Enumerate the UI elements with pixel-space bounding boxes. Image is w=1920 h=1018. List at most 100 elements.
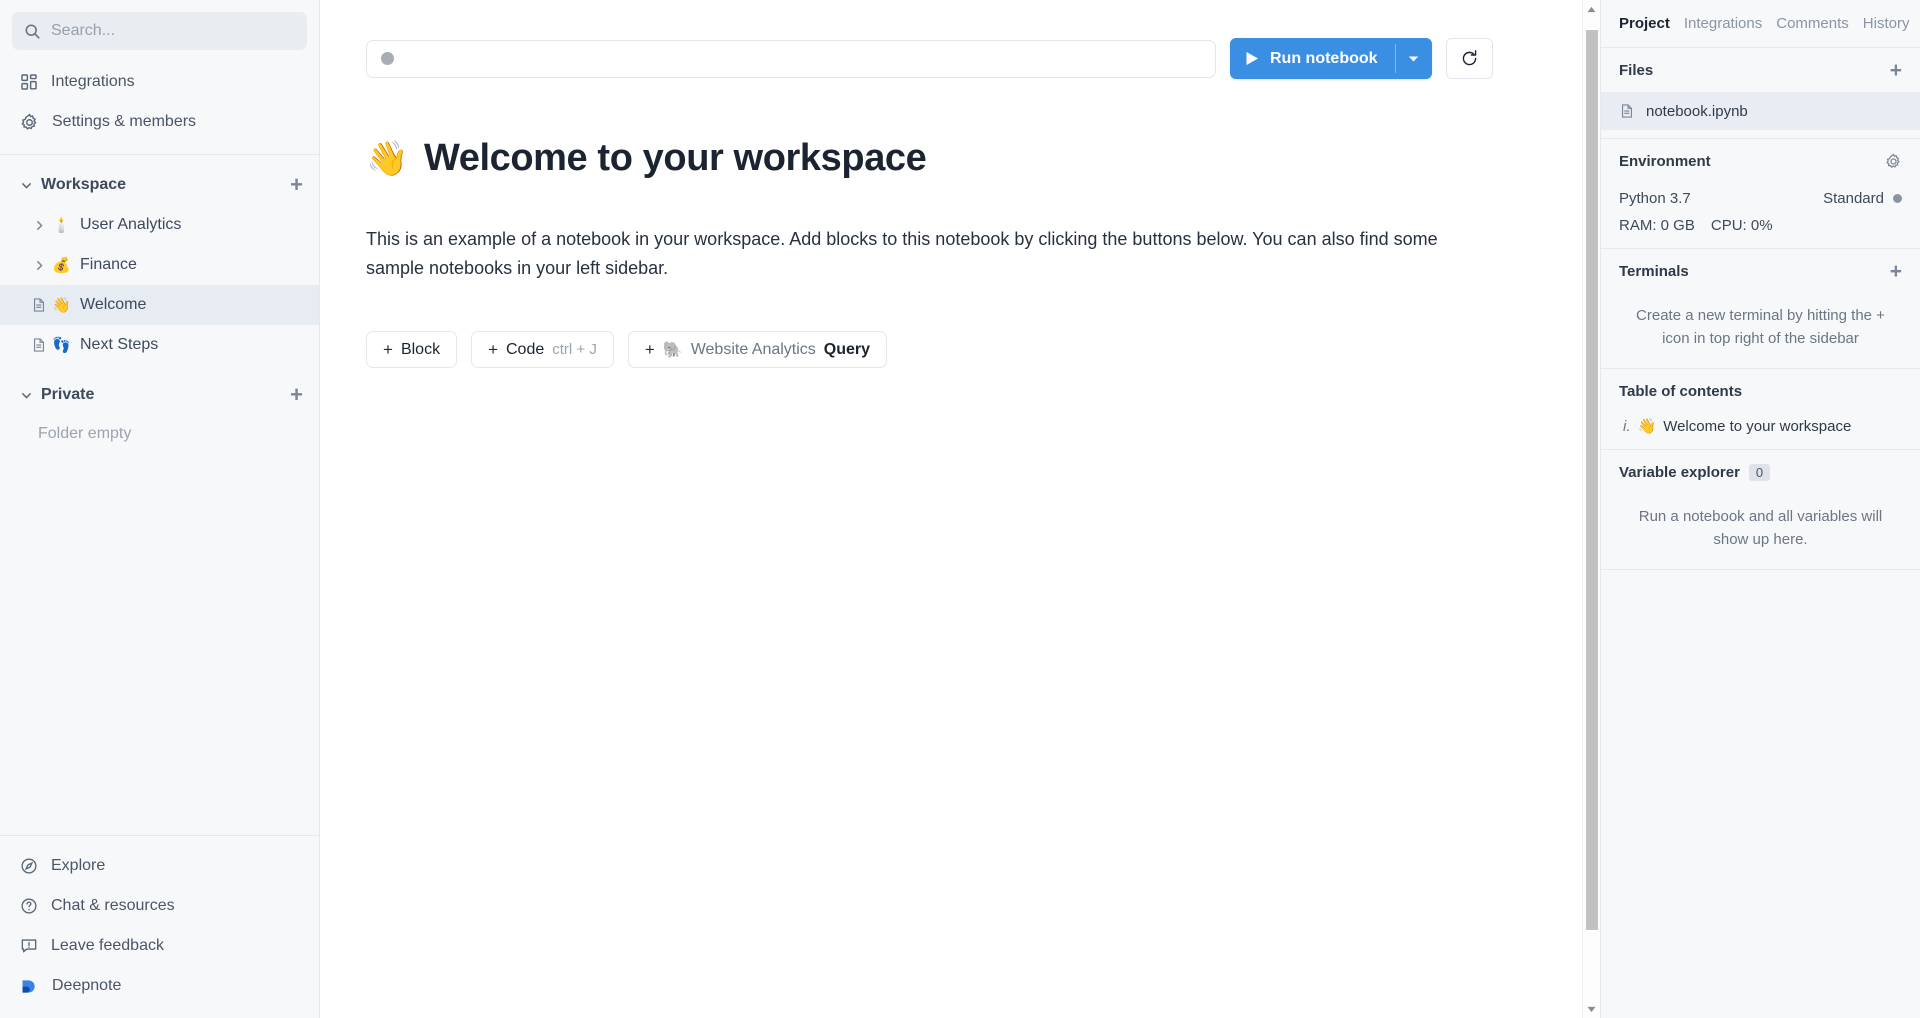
machine-type-label: Standard	[1823, 190, 1884, 207]
tab-history[interactable]: History	[1863, 15, 1910, 32]
chevron-right-icon[interactable]	[26, 259, 52, 272]
plus-icon: +	[383, 340, 393, 360]
intro-paragraph: This is an example of a notebook in your…	[366, 225, 1441, 283]
sidebar-item-explore[interactable]: Explore	[0, 846, 319, 886]
environment-section-header: Environment	[1601, 139, 1920, 183]
sidebar-item-deepnote[interactable]: Deepnote	[0, 966, 319, 1006]
item-emoji: 👋	[52, 296, 78, 314]
workspace-section-header[interactable]: Workspace +	[0, 165, 319, 205]
sidebar-spacer	[0, 443, 319, 835]
gear-icon	[20, 113, 39, 132]
question-circle-icon	[20, 897, 38, 915]
tab-project[interactable]: Project	[1619, 15, 1670, 32]
sidebar-item-welcome[interactable]: 👋 Welcome	[0, 285, 319, 325]
private-title: Private	[41, 386, 94, 404]
app-root: Search... Integrations	[0, 0, 1920, 1018]
tab-comments[interactable]: Comments	[1776, 15, 1849, 32]
sidebar-item-label: Next Steps	[80, 336, 158, 354]
toc-section-header: Table of contents	[1601, 369, 1920, 413]
file-icon	[1619, 103, 1635, 119]
status-dot-icon	[381, 52, 394, 65]
notebook-file-icon	[26, 297, 52, 313]
chevron-down-icon	[1407, 52, 1420, 65]
add-code-shortcut: ctrl + J	[552, 341, 597, 358]
table-of-contents-section: Table of contents i. 👋 Welcome to your w…	[1601, 369, 1920, 450]
toc-list-item[interactable]: i. 👋 Welcome to your workspace	[1601, 413, 1920, 435]
add-block-button[interactable]: + Block	[366, 331, 457, 368]
sidebar-item-settings-members[interactable]: Settings & members	[0, 102, 319, 142]
main-scrollbar[interactable]	[1582, 0, 1600, 1018]
command-input[interactable]	[366, 40, 1216, 78]
chevron-down-icon[interactable]	[20, 179, 33, 192]
private-empty-label: Folder empty	[0, 415, 319, 443]
run-notebook-button[interactable]: Run notebook	[1230, 38, 1432, 79]
add-code-label: Code	[506, 341, 544, 359]
add-block-label: Block	[401, 341, 440, 359]
files-title: Files	[1619, 62, 1653, 79]
private-section-header[interactable]: Private +	[0, 375, 319, 415]
environment-settings-button[interactable]	[1885, 153, 1902, 170]
add-private-item-button[interactable]: +	[290, 384, 303, 406]
sidebar-item-integrations[interactable]: Integrations	[0, 62, 319, 102]
sidebar-item-finance[interactable]: 💰 Finance	[0, 245, 319, 285]
tab-integrations[interactable]: Integrations	[1684, 15, 1762, 32]
search-input[interactable]: Search...	[12, 12, 307, 50]
item-emoji: 🕯️	[52, 216, 78, 234]
add-code-button[interactable]: + Code ctrl + J	[471, 331, 614, 368]
page-title-text: Welcome to your workspace	[424, 137, 926, 180]
terminals-empty-text: Create a new terminal by hitting the + i…	[1601, 293, 1920, 354]
toc-item-emoji: 👋	[1638, 417, 1657, 435]
scrollbar-track[interactable]	[1583, 18, 1600, 1000]
terminals-title: Terminals	[1619, 263, 1689, 280]
scrollbar-down-arrow[interactable]	[1583, 1000, 1600, 1018]
scrollbar-up-arrow[interactable]	[1583, 0, 1600, 18]
file-list-item[interactable]: notebook.ipynb	[1601, 92, 1920, 130]
sidebar-item-leave-feedback[interactable]: Leave feedback	[0, 926, 319, 966]
add-workspace-item-button[interactable]: +	[290, 174, 303, 196]
feedback-icon	[20, 937, 38, 955]
environment-runtime-row[interactable]: Python 3.7 Standard	[1601, 183, 1920, 213]
run-notebook-main[interactable]: Run notebook	[1230, 38, 1395, 79]
sidebar-item-user-analytics[interactable]: 🕯️ User Analytics	[0, 205, 319, 245]
variable-count-badge: 0	[1749, 464, 1770, 481]
ram-label: RAM: 0 GB	[1619, 217, 1695, 234]
workspace-section: Workspace + 🕯️ User Analytics 💰 Finance	[0, 155, 319, 365]
search-container: Search...	[0, 0, 319, 56]
chevron-right-icon[interactable]	[26, 219, 52, 232]
cpu-label: CPU: 0%	[1711, 217, 1773, 234]
toc-item-label: Welcome to your workspace	[1663, 418, 1851, 435]
sidebar-bottom-nav: Explore Chat & resources	[0, 835, 319, 1018]
environment-title: Environment	[1619, 153, 1711, 170]
notebook-document: 👋 Welcome to your workspace This is an e…	[320, 137, 1600, 368]
compass-icon	[20, 857, 38, 875]
run-notebook-label: Run notebook	[1270, 50, 1378, 68]
sidebar-item-label: User Analytics	[80, 216, 181, 234]
page-title: 👋 Welcome to your workspace	[366, 137, 1554, 180]
grid-icon	[20, 73, 38, 91]
sidebar-item-label: Settings & members	[52, 113, 196, 131]
add-sql-query-button[interactable]: + 🐘 Website Analytics Query	[628, 331, 887, 368]
variable-explorer-title: Variable explorer	[1619, 464, 1740, 481]
notebook-main: Run notebook 👋	[320, 0, 1600, 1018]
right-sidebar: Project Integrations Comments History Fi…	[1600, 0, 1920, 1018]
scrollbar-thumb[interactable]	[1586, 30, 1598, 930]
add-file-button[interactable]: +	[1890, 60, 1902, 81]
add-terminal-button[interactable]: +	[1890, 261, 1902, 282]
files-section-header: Files +	[1601, 48, 1920, 92]
terminals-section-header: Terminals +	[1601, 249, 1920, 293]
sidebar-item-label: Deepnote	[52, 977, 121, 995]
restart-kernel-button[interactable]	[1446, 38, 1493, 79]
sidebar-item-chat-resources[interactable]: Chat & resources	[0, 886, 319, 926]
search-icon	[24, 23, 41, 40]
run-options-dropdown[interactable]	[1396, 38, 1432, 79]
sidebar-item-next-steps[interactable]: 👣 Next Steps	[0, 325, 319, 365]
query-label: Query	[824, 341, 870, 359]
integration-name-label: Website Analytics	[691, 341, 816, 359]
toc-item-number: i.	[1623, 418, 1631, 435]
chevron-down-icon[interactable]	[20, 389, 33, 402]
notebook-file-icon	[26, 337, 52, 353]
sidebar-item-label: Leave feedback	[51, 937, 164, 955]
add-block-button-row: + Block + Code ctrl + J + 🐘 Website Anal…	[366, 331, 1554, 368]
workspace-title: Workspace	[41, 176, 126, 194]
postgres-elephant-icon: 🐘	[663, 340, 683, 360]
